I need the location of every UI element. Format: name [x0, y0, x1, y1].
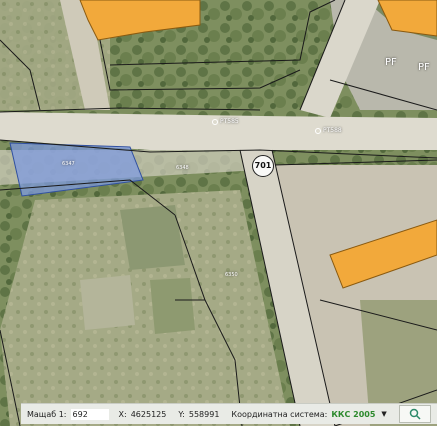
- survey-point-pt588[interactable]: PT588: [315, 127, 342, 134]
- coordinate-system-select[interactable]: ККС 2005: [331, 410, 375, 419]
- scale-label: Мащаб 1:: [27, 409, 67, 419]
- road-number-badge: 701: [252, 155, 274, 177]
- search-icon: [409, 408, 421, 420]
- map-view[interactable]: PT585 PT588 6347 6348 6350 PF PF 701 Мащ…: [0, 0, 437, 426]
- coordinate-system-label: Координатна система:: [231, 409, 328, 419]
- chevron-down-icon[interactable]: ▼: [381, 410, 386, 418]
- building-mark: PF: [385, 57, 397, 68]
- parcel-number: 6347: [62, 161, 75, 167]
- search-button[interactable]: [399, 405, 431, 423]
- building-mark: PF: [418, 62, 430, 73]
- parcel-number: 6350: [225, 272, 238, 278]
- x-coordinate-label: X:: [118, 409, 127, 419]
- survey-point-pt585[interactable]: PT585: [212, 118, 239, 125]
- y-coordinate-label: Y:: [178, 409, 185, 419]
- y-coordinate-value: 558991: [188, 409, 220, 419]
- point-marker-icon: [315, 127, 321, 134]
- x-coordinate-value: 4625125: [130, 409, 167, 419]
- point-marker-icon: [212, 118, 218, 125]
- parcel-number: 6348: [176, 165, 189, 171]
- scale-input[interactable]: 692: [70, 408, 109, 420]
- map-status-bar: Мащаб 1: 692 X: 4625125 Y: 558991 Коорди…: [21, 403, 437, 424]
- orthophoto-layer: [0, 0, 437, 426]
